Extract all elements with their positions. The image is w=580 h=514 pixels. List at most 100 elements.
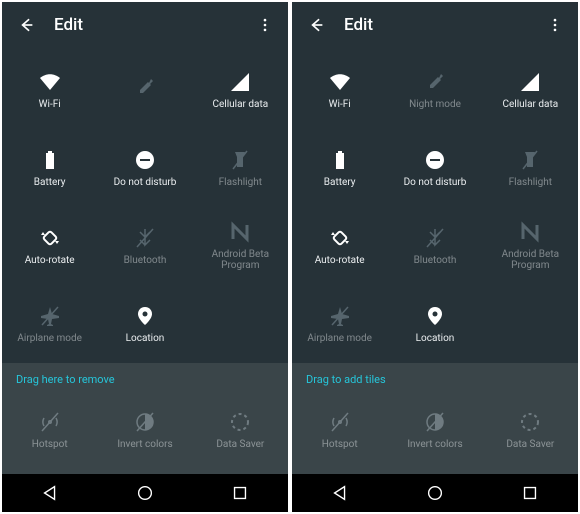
nav-home-button[interactable] [424,482,446,504]
tile-battery[interactable]: Battery [2,129,97,207]
tile-label: Battery [34,177,66,188]
invert-icon [134,411,156,433]
wifi-icon [329,71,351,93]
tile-label: Bluetooth [414,255,457,266]
tile-label: Cellular data [212,99,268,110]
tiles-grid: Wi-Fi Cellular data Battery Do not disturb F… [2,47,288,363]
nav-recent-button[interactable] [229,482,251,504]
removed-tile-hotspot[interactable]: Hotspot [292,411,387,450]
nav-recent-button[interactable] [519,482,541,504]
page-title: Edit [54,15,256,35]
removed-tile-hotspot[interactable]: Hotspot [2,411,97,450]
tile-label: Hotspot [32,439,68,450]
tile-wifi[interactable]: Wi-Fi [2,51,97,129]
eyedropper-icon [424,71,446,93]
remove-hint: Drag here to remove [2,363,288,386]
wifi-icon [39,71,61,93]
nlogo-icon [229,221,251,243]
removed-tile-datasaver[interactable]: Data Saver [483,411,578,450]
airplane-icon [329,305,351,327]
phone-panel: Edit Wi-Fi Cellular data Battery Do not dis… [2,2,288,512]
datasaver-icon [519,411,541,433]
remove-grid: Hotspot Invert colors Data Saver [2,386,288,474]
tiles-grid: Wi-Fi Night mode Cellular data Battery Do no… [292,47,578,363]
tile-label: Battery [324,177,356,188]
battery-icon [39,149,61,171]
flashlight-icon [519,149,541,171]
tile-label: Night mode [409,99,461,110]
dnd-icon [424,149,446,171]
tile-label: Cellular data [502,99,558,110]
tile-label: Data Saver [506,439,554,450]
page-title: Edit [344,15,546,35]
hotspot-icon [329,411,351,433]
navbar [2,474,288,512]
tile-wifi[interactable]: Wi-Fi [292,51,387,129]
tile-label: Location [126,333,165,344]
tile-flashlight[interactable]: Flashlight [193,129,288,207]
bluetooth-icon [134,227,156,249]
tile-battery[interactable]: Battery [292,129,387,207]
tile-label: Wi-Fi [39,99,61,110]
datasaver-icon [229,411,251,433]
tile-airplane[interactable]: Airplane mode [2,285,97,363]
nlogo-icon [519,221,541,243]
tile-airplane[interactable]: Airplane mode [292,285,387,363]
tile-label: Airplane mode [17,333,82,344]
navbar [292,474,578,512]
rotate-icon [329,227,351,249]
tile-dnd[interactable]: Do not disturb [97,129,192,207]
location-icon [134,305,156,327]
tile-location[interactable]: Location [387,285,482,363]
back-button[interactable] [306,16,324,34]
nav-back-button[interactable] [329,482,351,504]
flashlight-icon [229,149,251,171]
tile-autorotate[interactable]: Auto-rotate [292,207,387,285]
remove-grid: Hotspot Invert colors Data Saver [292,386,578,474]
tile-label: Hotspot [322,439,358,450]
tile-autorotate[interactable]: Auto-rotate [2,207,97,285]
signal-icon [229,71,251,93]
tile-cellular[interactable]: Cellular data [483,51,578,129]
toolbar: Edit [292,2,578,47]
nav-home-button[interactable] [134,482,156,504]
tile-eyedropper[interactable] [97,51,192,129]
signal-icon [519,71,541,93]
tile-flashlight[interactable]: Flashlight [483,129,578,207]
tile-label: Data Saver [216,439,264,450]
location-icon [424,305,446,327]
tile-label: Do not disturb [404,177,467,188]
tile-nightmode[interactable]: Night mode [387,51,482,129]
battery-icon [329,149,351,171]
more-button[interactable] [546,16,564,34]
tile-beta[interactable]: Android Beta Program [483,207,578,285]
toolbar: Edit [2,2,288,47]
dnd-icon [134,149,156,171]
tile-bluetooth[interactable]: Bluetooth [387,207,482,285]
tile-beta[interactable]: Android Beta Program [193,207,288,285]
more-button[interactable] [256,16,274,34]
tile-dnd[interactable]: Do not disturb [387,129,482,207]
tile-label: Invert colors [407,439,462,450]
removed-tile-invert[interactable]: Invert colors [97,411,192,450]
tile-label: Android Beta Program [193,249,288,271]
tile-bluetooth[interactable]: Bluetooth [97,207,192,285]
tile-label: Wi-Fi [329,99,351,110]
bluetooth-icon [424,227,446,249]
eyedropper-icon [134,76,156,98]
nav-back-button[interactable] [39,482,61,504]
removed-tile-invert[interactable]: Invert colors [387,411,482,450]
removed-tile-datasaver[interactable]: Data Saver [193,411,288,450]
phone-panel: Edit Wi-Fi Night mode Cellular data Battery… [292,2,578,512]
remove-hint: Drag to add tiles [292,363,578,386]
remove-zone[interactable]: Drag to add tiles Hotspot Invert colors Da… [292,363,578,474]
back-button[interactable] [16,16,34,34]
remove-zone[interactable]: Drag here to remove Hotspot Invert colors… [2,363,288,474]
tile-label: Flashlight [219,177,262,188]
tile-location[interactable]: Location [97,285,192,363]
tile-cellular[interactable]: Cellular data [193,51,288,129]
tile-label: Location [416,333,455,344]
tile-label: Do not disturb [114,177,177,188]
rotate-icon [39,227,61,249]
tile-label: Flashlight [509,177,552,188]
